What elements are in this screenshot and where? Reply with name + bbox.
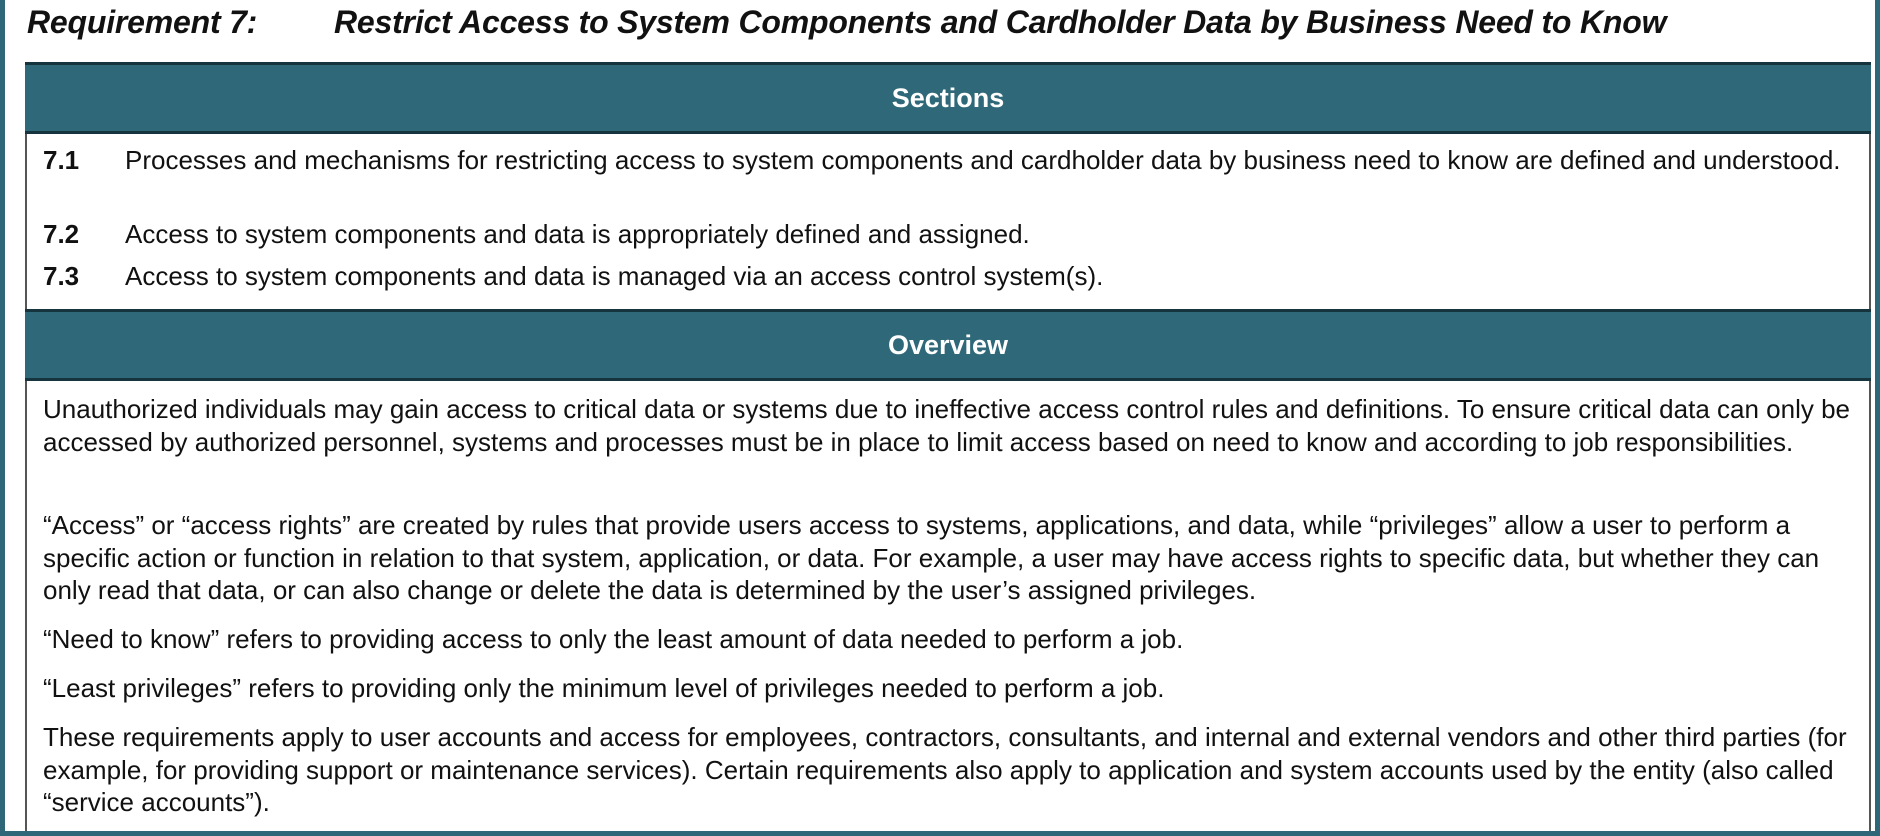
overview-paragraph: “Need to know” refers to providing acces… (43, 624, 1184, 654)
section-number: 7.3 (43, 261, 80, 291)
section-item: 7.2 Access to system components and data… (43, 218, 1863, 251)
section-number: 7.2 (43, 219, 80, 249)
section-text: Access to system components and data is … (125, 219, 1030, 249)
requirement-heading: Requirement 7: Restrict Access to System … (27, 4, 1666, 41)
requirement-title: Restrict Access to System Components and… (334, 4, 1667, 40)
section-number: 7.1 (43, 145, 80, 175)
document-frame: Requirement 7: Restrict Access to System … (0, 0, 1880, 836)
section-text: Processes and mechanisms for restricting… (125, 145, 1841, 175)
overview-paragraph: Unauthorized individuals may gain access… (43, 394, 1850, 457)
section-text: Access to system components and data is … (125, 261, 1104, 291)
overview-paragraph: “Access” or “access rights” are created … (43, 510, 1820, 605)
overview-paragraph: These requirements apply to user account… (43, 722, 1847, 817)
overview-header: Overview (25, 309, 1871, 381)
overview-body: Unauthorized individuals may gain access… (25, 381, 1871, 831)
overview-paragraph: “Least privileges” refers to providing o… (43, 673, 1165, 703)
section-item: 7.1 Processes and mechanisms for restric… (43, 144, 1863, 177)
sections-header: Sections (25, 62, 1871, 134)
section-item: 7.3 Access to system components and data… (43, 260, 1863, 293)
requirement-number: Requirement 7: (27, 4, 258, 40)
sections-list: 7.1 Processes and mechanisms for restric… (25, 134, 1871, 309)
